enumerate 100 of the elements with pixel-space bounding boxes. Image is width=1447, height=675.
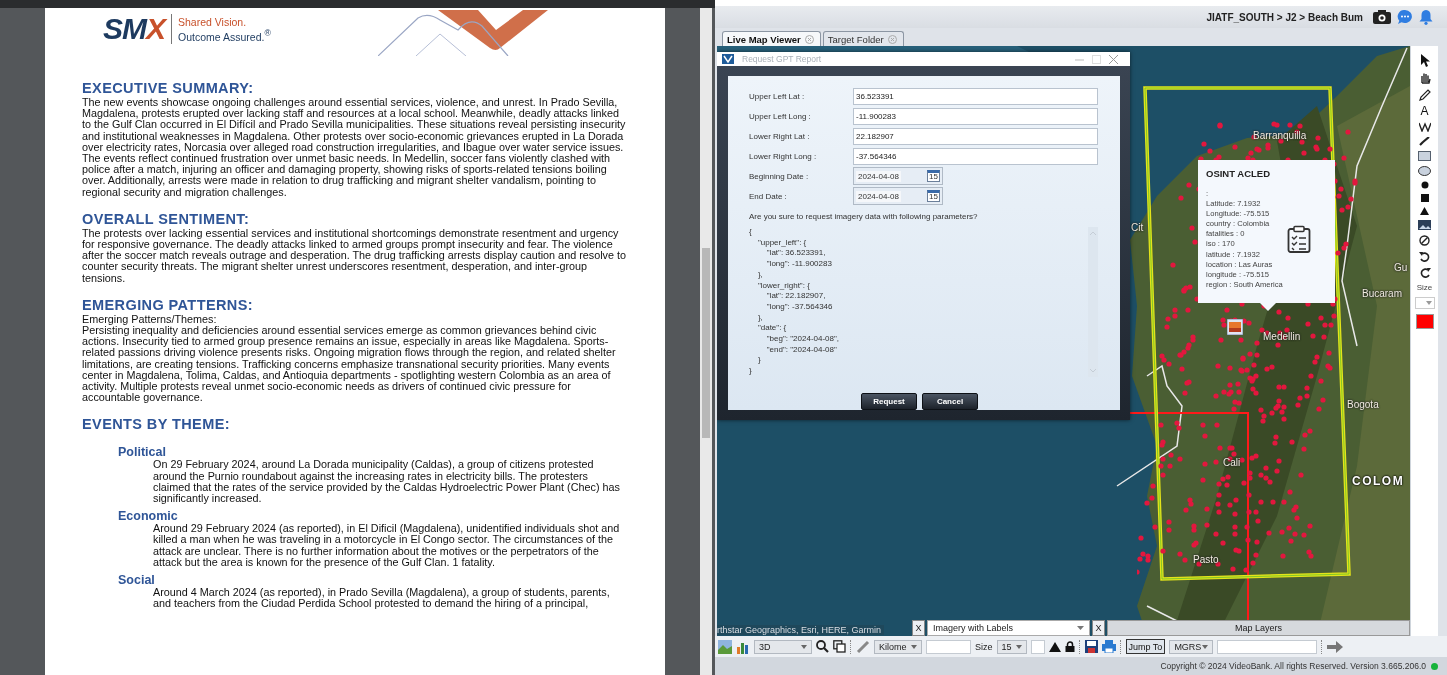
clipboard-checklist-icon[interactable]	[1286, 225, 1311, 254]
prohibited-icon[interactable]	[1419, 235, 1430, 246]
size-label: Size	[975, 641, 993, 652]
map-label: Medellin	[1263, 331, 1301, 342]
paragraph: Persisting inequality and deficiencies around essential services emerge as common grievances behind civic actions. Insecurity tied to armed group presence remains an issue, especially in areas like Magdalena. Sports-related passions driving violence presents risks. Ongoing migration flows through the region, and related shelter limitations, are creating tensions. Trafficking concerns emphasize transnational security priorities. Many events center in Magdalena, Tolima, Caldas, and Antioquia departments - spotlighting western Colombia as an area of activity. Multiple protests reveal unmet socio-economic needs as drivers of continued civic pressure for accountable governance.	[82, 325, 617, 404]
field-label: Upper Left Long :	[749, 111, 812, 121]
close-layer-button[interactable]: X	[912, 620, 925, 636]
field-label: Lower Right Long :	[749, 151, 818, 161]
scrollbar-drawing[interactable]	[1088, 227, 1098, 377]
input-field[interactable]: -11.900283	[853, 107, 1098, 125]
section-heading: EVENTS BY THEME:	[82, 416, 231, 434]
copy-icon[interactable]	[833, 640, 846, 653]
caret-icon	[1425, 301, 1432, 305]
date-picker[interactable]: 2024-04-08 15	[853, 167, 943, 185]
hand-icon[interactable]	[1418, 72, 1431, 84]
map-icon[interactable]	[718, 639, 732, 654]
map-label: Cali	[1223, 457, 1241, 468]
popup-title: OSINT ACLED	[1206, 168, 1272, 179]
zoom-icon[interactable]	[816, 640, 829, 653]
printer-icon[interactable]	[1101, 640, 1116, 653]
coordinate-system-dropdown[interactable]: MGRS	[1169, 639, 1214, 654]
input-field[interactable]	[926, 639, 971, 654]
caret-icon	[801, 644, 807, 649]
close-layer-button[interactable]: X	[1092, 620, 1105, 636]
map-label: Barranquilla	[1253, 130, 1307, 141]
tab[interactable]: Live Map Viewer	[722, 31, 821, 46]
parameters-text-area[interactable]: { "upper_left": { "lat": 36.523391, "long": -11.900283 }, "lower_right": { "lat": 22.182907, "long": -37.564346 }, "date": { "beg": "2024-04-08", "end": "2024-04-08" } }	[749, 225, 1098, 387]
map-layers-panel[interactable]: Map Layers	[1107, 620, 1410, 636]
camera-icon[interactable]	[1373, 10, 1391, 24]
ruler-icon[interactable]	[856, 639, 870, 654]
redo-icon[interactable]	[1418, 267, 1431, 278]
pencil-icon[interactable]	[1418, 89, 1431, 101]
date-picker[interactable]: 2024-04-08 15	[853, 187, 943, 205]
undo-icon[interactable]	[1418, 251, 1431, 262]
paragraph: On 29 February 2024, around La Dorada municipality (Caldas), a group of citizens protested around the Purnio roundabout against the increasing rates in electricity bills. The protesters claimed that the rates of the service provided by the Caldas Hydroelectric Power Plant (Chec) has significantly increased.	[153, 459, 621, 505]
map-label: Bogota	[1347, 399, 1379, 410]
map-label: Gu	[1394, 262, 1408, 273]
section-heading: EMERGING PATTERNS:	[82, 296, 254, 314]
caret-icon	[911, 644, 917, 649]
brush-icon[interactable]	[1419, 137, 1430, 146]
close-icon[interactable]	[1109, 54, 1118, 64]
map-label: Bucaram	[1362, 288, 1402, 299]
input-field[interactable]: -37.564346	[853, 147, 1098, 165]
square-icon[interactable]	[1420, 194, 1429, 202]
dialog-button[interactable]: Request	[861, 393, 917, 410]
field-label: Lower Right Lat :	[749, 131, 811, 141]
tab[interactable]: Target Folder	[822, 31, 904, 46]
confirmation-text: Are you sure to request imagery data with following parameters?	[749, 212, 979, 221]
paragraph: Emerging Patterns/Themes:	[82, 313, 217, 326]
cursor-icon[interactable]	[1419, 54, 1430, 67]
theme-heading: Social	[118, 573, 156, 588]
jump-to-button[interactable]: Jump To	[1125, 639, 1166, 654]
size-label: Size	[1416, 283, 1433, 292]
image-icon[interactable]	[1418, 220, 1431, 230]
map-label: Pasto	[1193, 554, 1219, 565]
arrow-right-icon[interactable]	[1327, 640, 1344, 653]
section-heading: OVERALL SENTIMENT:	[82, 210, 251, 228]
triangle-icon[interactable]	[1048, 641, 1061, 652]
map-label: Cit	[1131, 222, 1144, 233]
color-swatch[interactable]	[1415, 314, 1434, 329]
save-icon[interactable]	[1084, 640, 1098, 653]
breadcrumb: JIATF_SOUTH > J2 > Beach Bum	[1206, 11, 1363, 23]
paragraph: The protests over lacking essential services and institutional shortcomings demonstrate resentment and urgency for responsive governance. The deadly attacks linked to armed groups prompt insecurity and fear. The violence after the soccer match reveals outrage and desperation. The drug trafficking arrests display caution and resolve to counter security threats. The migrant shelter unrest underscores resentment, desperation, and inter-group tensions.	[82, 227, 627, 284]
window-title: Request GPT Report	[742, 54, 822, 64]
view-mode-dropdown[interactable]: 3D	[754, 639, 812, 654]
input-field[interactable]	[1030, 639, 1045, 654]
chat-icon[interactable]	[1397, 9, 1413, 25]
theme-heading: Political	[118, 445, 167, 460]
field-label: Upper Left Lat :	[749, 91, 806, 101]
calendar-icon[interactable]: 15	[927, 190, 940, 202]
field-label: Beginning Date :	[749, 171, 810, 181]
size-dropdown[interactable]	[1414, 297, 1435, 309]
input-field[interactable]	[1217, 639, 1318, 654]
input-field[interactable]: 22.182907	[853, 127, 1098, 145]
map-attribution: rthstar Geographics, Esri, HERE, Garmin	[717, 625, 885, 635]
calendar-icon[interactable]: 15	[927, 170, 940, 182]
rectangle-icon[interactable]	[1418, 151, 1431, 161]
paragraph: Around 29 February 2024 (as reported), in El Dificil (Magdalena), unidentified individuals shot and killed a man when he was traveling in a motorcycle in El Congo sector. The circumstances of the attack are unclear. There is no further information about the motives or the perpetrators of the attack but the area is known for the presence of the Gulf Clan. 1 fatality.	[153, 523, 621, 569]
paragraph: Around 4 March 2024 (as reported), in Prado Sevilla (Magdalena), a group of students, parents, and teachers from the Ciudad Perdida School protested to demand the hiring of a principal,	[153, 587, 611, 610]
size-dropdown[interactable]: 15	[996, 639, 1027, 654]
notification-icon[interactable]	[1419, 9, 1433, 25]
tagline-text: Outcome Assured.$^{®}$	[178, 28, 271, 43]
image-marker-icon[interactable]	[1227, 319, 1243, 335]
caret-icon	[1202, 644, 1209, 649]
text-tool[interactable]: A	[1420, 106, 1429, 117]
lock-icon[interactable]	[1064, 641, 1075, 652]
scrollbar-thumb[interactable]	[702, 248, 710, 438]
field-label: End Date :	[749, 191, 788, 201]
company-logo: SMX	[103, 14, 172, 44]
unit-dropdown[interactable]: Kilome	[874, 639, 922, 654]
copyright-text: Copyright © 2024 VideoBank. All rights Reserved. Version 3.665.206.0	[1160, 661, 1426, 671]
triangle-icon[interactable]	[1420, 207, 1429, 215]
section-heading: EXECUTIVE SUMMARY:	[82, 80, 255, 97]
layer-dropdown[interactable]: Imagery with Labels	[927, 620, 1090, 636]
dot-icon[interactable]	[1420, 181, 1429, 189]
ellipse-icon[interactable]	[1418, 166, 1431, 176]
map-label: COLOM	[1352, 474, 1405, 488]
dialog-button[interactable]: Cancel	[922, 393, 978, 410]
input-field[interactable]: 36.523391	[853, 87, 1098, 105]
polyline-icon[interactable]	[1418, 122, 1431, 132]
